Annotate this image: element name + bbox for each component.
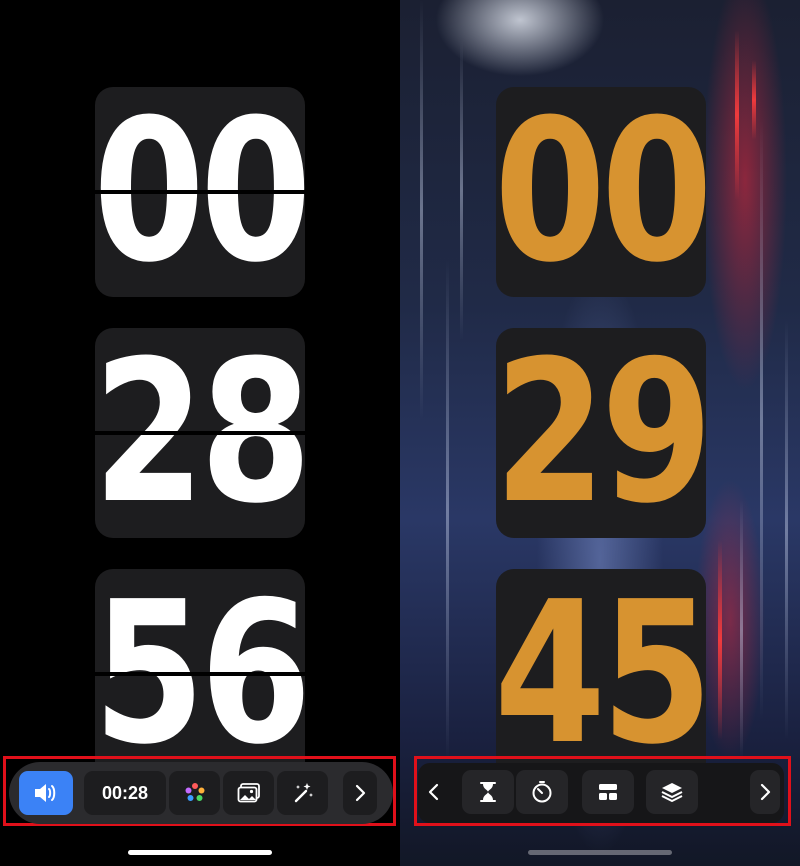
chevron-left-icon xyxy=(428,783,439,801)
time-label: 00:28 xyxy=(101,782,149,803)
seconds-tile: 56 xyxy=(95,569,305,779)
stopwatch-mode-button[interactable] xyxy=(516,770,568,814)
color-button[interactable] xyxy=(169,771,220,815)
palette-icon xyxy=(185,783,204,801)
hours-digits: 00 xyxy=(496,87,706,297)
flip-fold-line xyxy=(95,431,305,435)
right-clock-screen: 00 29 45 xyxy=(400,0,800,866)
layout-button[interactable] xyxy=(582,770,634,814)
red-light-streak xyxy=(752,60,756,140)
sound-button[interactable] xyxy=(19,771,73,815)
image-icon xyxy=(237,783,260,803)
effects-button[interactable] xyxy=(277,771,328,815)
minutes-tile: 28 xyxy=(95,328,305,538)
speaker-icon xyxy=(35,784,56,802)
bottom-toolbar: 00:28 xyxy=(9,762,393,824)
red-light-streak xyxy=(735,30,739,200)
previous-button[interactable] xyxy=(422,770,446,814)
red-light-streak xyxy=(718,540,722,740)
rain-streak xyxy=(446,260,449,760)
next-button[interactable] xyxy=(343,771,377,815)
next-button[interactable] xyxy=(750,770,780,814)
background-image-button[interactable] xyxy=(223,771,274,815)
flip-fold-line xyxy=(95,672,305,676)
rain-streak xyxy=(760,120,763,720)
hourglass-icon xyxy=(480,782,496,802)
timer-mode-button[interactable] xyxy=(462,770,514,814)
chevron-right-icon xyxy=(760,783,771,801)
hours-tile: 00 xyxy=(95,87,305,297)
bottom-toolbar xyxy=(418,763,784,823)
home-indicator[interactable] xyxy=(128,850,272,855)
rain-streak xyxy=(740,500,743,760)
hours-tile: 00 xyxy=(496,87,706,297)
layers-button[interactable] xyxy=(646,770,698,814)
stopwatch-icon xyxy=(532,781,552,803)
layout-icon xyxy=(599,784,617,800)
rain-streak xyxy=(785,320,788,740)
minutes-tile: 29 xyxy=(496,328,706,538)
time-display-button[interactable]: 00:28 xyxy=(84,771,166,815)
minutes-digits: 29 xyxy=(496,328,706,538)
seconds-digits: 45 xyxy=(496,569,706,779)
rain-streak xyxy=(460,40,463,340)
home-indicator[interactable] xyxy=(528,850,672,855)
layers-icon xyxy=(661,783,683,802)
seconds-tile: 45 xyxy=(496,569,706,779)
rain-streak xyxy=(420,0,423,420)
chevron-right-icon xyxy=(355,784,366,802)
magic-wand-icon xyxy=(294,783,313,803)
left-clock-screen: 00 28 56 00:28 xyxy=(0,0,400,866)
flip-fold-line xyxy=(95,190,305,194)
